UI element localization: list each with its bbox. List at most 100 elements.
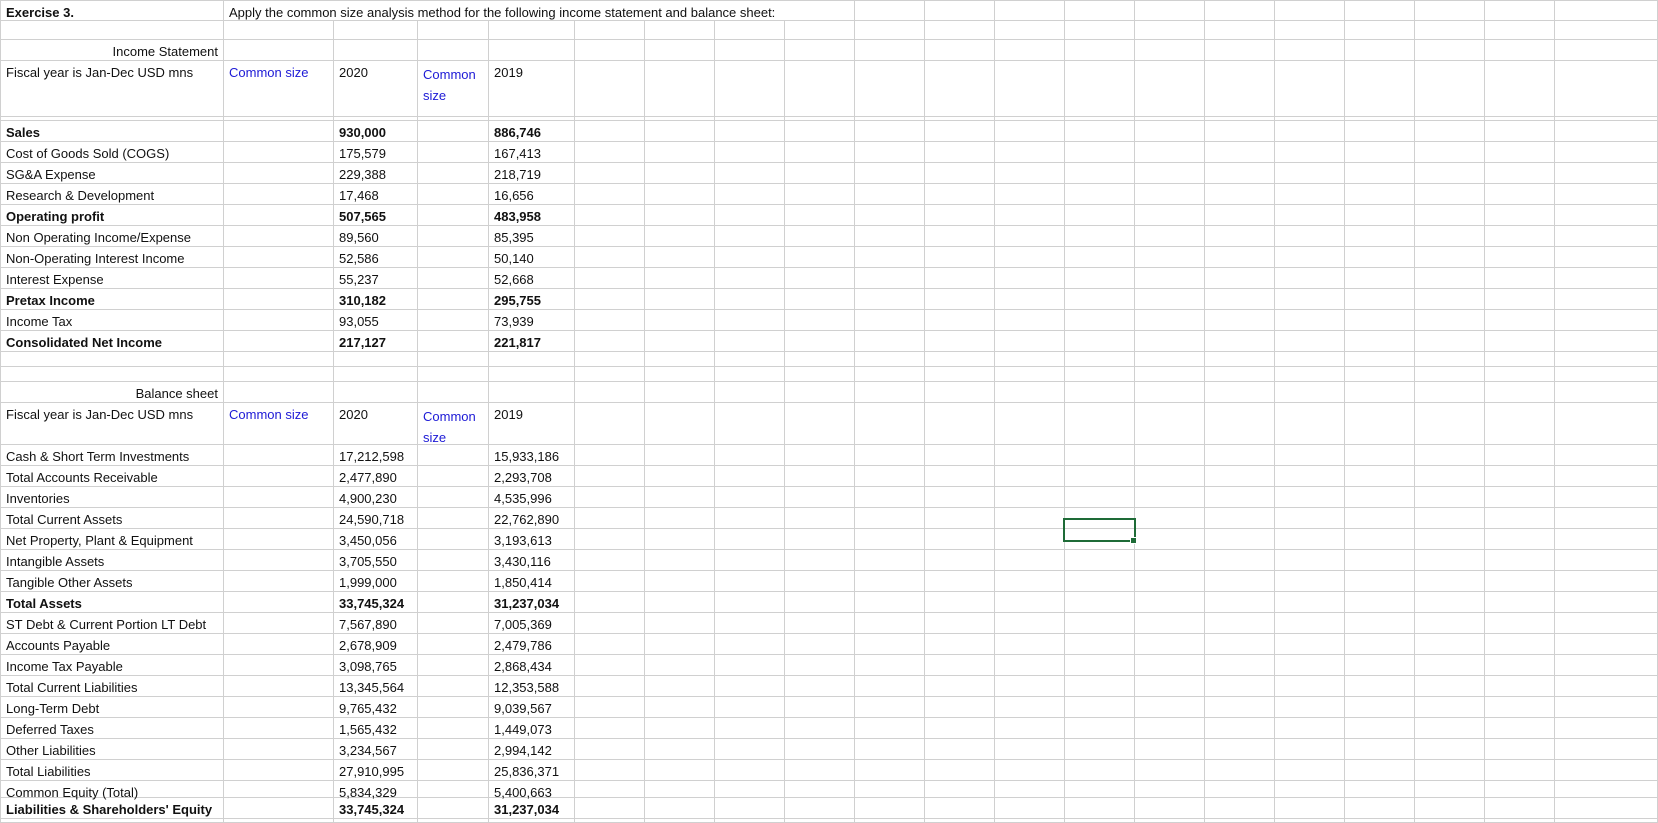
income_statement-common-size-2020-cell[interactable] xyxy=(224,310,334,331)
empty-cell[interactable] xyxy=(855,697,925,718)
empty-cell[interactable] xyxy=(1555,247,1658,268)
empty-cell[interactable] xyxy=(1135,121,1205,142)
balance_sheet-row-label[interactable]: Tangible Other Assets xyxy=(0,571,224,592)
empty-cell[interactable] xyxy=(1555,367,1658,382)
empty-cell[interactable] xyxy=(645,40,715,61)
empty-cell[interactable] xyxy=(1135,739,1205,760)
empty-cell[interactable] xyxy=(1065,760,1135,781)
empty-cell[interactable] xyxy=(1415,798,1485,819)
empty-cell[interactable] xyxy=(995,466,1065,487)
income_statement-value-2020[interactable]: 930,000 xyxy=(334,121,418,142)
empty-cell[interactable] xyxy=(575,697,645,718)
empty-cell[interactable] xyxy=(1275,184,1345,205)
empty-cell[interactable] xyxy=(785,676,855,697)
empty-cell[interactable] xyxy=(1485,613,1555,634)
empty-cell[interactable] xyxy=(1205,798,1275,819)
empty-cell[interactable] xyxy=(855,676,925,697)
balance_sheet-common-size-2019-cell[interactable] xyxy=(418,676,489,697)
empty-cell[interactable] xyxy=(1555,121,1658,142)
balance_sheet-common-size-2020-cell[interactable] xyxy=(224,613,334,634)
empty-cell[interactable] xyxy=(1415,529,1485,550)
empty-cell[interactable] xyxy=(855,121,925,142)
empty-cell[interactable] xyxy=(645,550,715,571)
empty-cell[interactable] xyxy=(715,739,785,760)
empty-cell[interactable] xyxy=(785,163,855,184)
empty-cell[interactable] xyxy=(1275,403,1345,445)
empty-cell[interactable] xyxy=(785,61,855,117)
empty-cell[interactable] xyxy=(995,367,1065,382)
empty-cell[interactable] xyxy=(1555,676,1658,697)
income_statement-value-2020[interactable]: 217,127 xyxy=(334,331,418,352)
empty-cell[interactable] xyxy=(925,268,995,289)
empty-cell[interactable] xyxy=(418,367,489,382)
empty-cell[interactable] xyxy=(645,592,715,613)
empty-cell[interactable] xyxy=(855,781,925,798)
empty-cell[interactable] xyxy=(418,21,489,40)
empty-cell[interactable] xyxy=(1135,529,1205,550)
empty-cell[interactable] xyxy=(1415,367,1485,382)
empty-cell[interactable] xyxy=(715,634,785,655)
empty-cell[interactable] xyxy=(1555,184,1658,205)
empty-cell[interactable] xyxy=(575,367,645,382)
income_statement-row-label[interactable]: Income Tax xyxy=(0,310,224,331)
balance_sheet-value-2020[interactable]: 33,745,324 xyxy=(334,798,418,819)
empty-cell[interactable] xyxy=(1205,184,1275,205)
empty-cell[interactable] xyxy=(418,40,489,61)
balance_sheet-row-label[interactable]: Inventories xyxy=(0,487,224,508)
empty-cell[interactable] xyxy=(1205,655,1275,676)
balance_sheet-row-label[interactable]: ST Debt & Current Portion LT Debt xyxy=(0,613,224,634)
income_statement-value-2019[interactable]: 16,656 xyxy=(489,184,575,205)
income_statement-value-2019[interactable]: 886,746 xyxy=(489,121,575,142)
empty-cell[interactable] xyxy=(1065,205,1135,226)
empty-cell[interactable] xyxy=(1275,310,1345,331)
empty-cell[interactable] xyxy=(785,21,855,40)
income_statement-value-2020[interactable]: 55,237 xyxy=(334,268,418,289)
empty-cell[interactable] xyxy=(785,40,855,61)
balance_sheet-common-size-2019-cell[interactable] xyxy=(418,718,489,739)
empty-cell[interactable] xyxy=(1135,352,1205,367)
empty-cell[interactable] xyxy=(1065,142,1135,163)
empty-cell[interactable] xyxy=(575,655,645,676)
empty-cell[interactable] xyxy=(1555,508,1658,529)
empty-cell[interactable] xyxy=(1135,718,1205,739)
balance_sheet-row-label[interactable]: Cash & Short Term Investments xyxy=(0,445,224,466)
empty-cell[interactable] xyxy=(785,739,855,760)
balance_sheet-common-size-header-2020[interactable]: Common size xyxy=(224,403,334,445)
empty-cell[interactable] xyxy=(1205,382,1275,403)
balance_sheet-value-2019[interactable]: 31,237,034 xyxy=(489,798,575,819)
empty-cell[interactable] xyxy=(995,163,1065,184)
income_statement-row-label[interactable]: Pretax Income xyxy=(0,289,224,310)
empty-cell[interactable] xyxy=(1345,739,1415,760)
empty-cell[interactable] xyxy=(1065,445,1135,466)
empty-cell[interactable] xyxy=(1205,310,1275,331)
empty-cell[interactable] xyxy=(1275,226,1345,247)
empty-cell[interactable] xyxy=(575,760,645,781)
empty-cell[interactable] xyxy=(1415,781,1485,798)
empty-cell[interactable] xyxy=(575,798,645,819)
income_statement-common-size-2020-cell[interactable] xyxy=(224,247,334,268)
empty-cell[interactable] xyxy=(575,21,645,40)
empty-cell[interactable] xyxy=(1345,352,1415,367)
empty-cell[interactable] xyxy=(925,508,995,529)
balance_sheet-row-label[interactable]: Common Equity (Total) xyxy=(0,781,224,800)
empty-cell[interactable] xyxy=(1485,781,1555,798)
empty-cell[interactable] xyxy=(1485,21,1555,40)
empty-cell[interactable] xyxy=(1065,781,1135,798)
empty-cell[interactable] xyxy=(785,718,855,739)
balance_sheet-common-size-2019-cell[interactable] xyxy=(418,592,489,613)
balance_sheet-row-label[interactable]: Intangible Assets xyxy=(0,550,224,571)
spreadsheet-grid[interactable]: Exercise 3. Apply the common size analysi… xyxy=(0,0,1658,823)
empty-cell[interactable] xyxy=(715,529,785,550)
empty-cell[interactable] xyxy=(1205,205,1275,226)
balance_sheet-common-size-2019-cell[interactable] xyxy=(418,487,489,508)
balance_sheet-row-label[interactable]: Income Tax Payable xyxy=(0,655,224,676)
balance_sheet-value-2019[interactable]: 7,005,369 xyxy=(489,613,575,634)
empty-cell[interactable] xyxy=(1555,205,1658,226)
empty-cell[interactable] xyxy=(1135,184,1205,205)
empty-cell[interactable] xyxy=(1485,352,1555,367)
empty-cell[interactable] xyxy=(1345,121,1415,142)
empty-cell[interactable] xyxy=(715,550,785,571)
empty-cell[interactable] xyxy=(925,655,995,676)
empty-cell[interactable] xyxy=(645,760,715,781)
empty-cell[interactable] xyxy=(1065,571,1135,592)
